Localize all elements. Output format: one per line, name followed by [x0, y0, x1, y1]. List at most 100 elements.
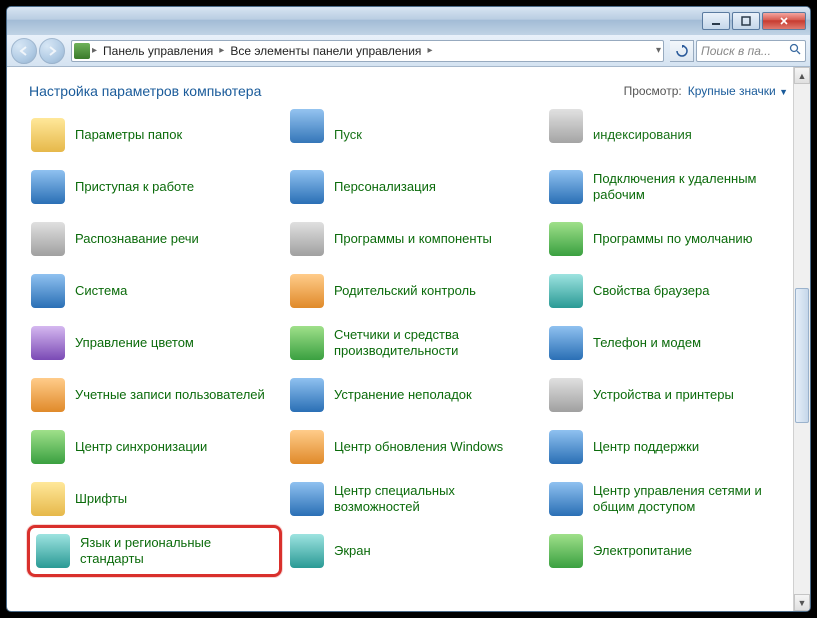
control-panel-item[interactable]: Шрифты: [27, 473, 282, 525]
phone-modem-icon: [549, 326, 583, 360]
indexing-icon: [549, 109, 583, 143]
item-label: Программы по умолчанию: [593, 231, 752, 247]
control-panel-item[interactable]: Параметры папок: [27, 109, 282, 161]
fonts-icon: [31, 482, 65, 516]
search-icon: [789, 43, 801, 58]
item-label: Экран: [334, 543, 371, 559]
scroll-up-button[interactable]: ▲: [794, 67, 810, 84]
control-panel-item[interactable]: индексирования: [545, 109, 800, 161]
item-label: Параметры папок: [75, 127, 182, 143]
item-label: Распознавание речи: [75, 231, 199, 247]
control-panel-item[interactable]: Приступая к работе: [27, 161, 282, 213]
control-panel-item[interactable]: Язык и региональные стандарты: [27, 525, 282, 577]
breadcrumb-sub[interactable]: Все элементы панели управления: [224, 44, 427, 58]
refresh-icon: [676, 45, 688, 57]
close-icon: [779, 16, 789, 26]
control-panel-item[interactable]: Экран: [286, 525, 541, 577]
internet-options-icon: [549, 274, 583, 308]
item-label: Устройства и принтеры: [593, 387, 734, 403]
item-label: Язык и региональные стандарты: [80, 535, 273, 568]
control-panel-item[interactable]: Счетчики и средства производительности: [286, 317, 541, 369]
color-mgmt-icon: [31, 326, 65, 360]
viewby-dropdown[interactable]: Крупные значки ▼: [688, 84, 788, 98]
item-label: Родительский контроль: [334, 283, 476, 299]
control-panel-item[interactable]: Центр специальных возможностей: [286, 473, 541, 525]
control-panel-item[interactable]: Центр поддержки: [545, 421, 800, 473]
control-panel-item[interactable]: Электропитание: [545, 525, 800, 577]
view-by: Просмотр: Крупные значки ▼: [624, 84, 788, 98]
content-header: Настройка параметров компьютера Просмотр…: [7, 67, 810, 105]
back-button[interactable]: [11, 38, 37, 64]
scroll-thumb[interactable]: [795, 288, 809, 423]
nav-bar: ▸ Панель управления ▸ Все элементы панел…: [7, 35, 810, 67]
breadcrumb-root[interactable]: Панель управления: [97, 44, 219, 58]
item-label: Центр синхронизации: [75, 439, 207, 455]
item-label: Персонализация: [334, 179, 436, 195]
speech-icon: [31, 222, 65, 256]
control-panel-item[interactable]: Система: [27, 265, 282, 317]
item-label: Приступая к работе: [75, 179, 194, 195]
item-label: Пуск: [334, 127, 362, 143]
control-panel-item[interactable]: Программы и компоненты: [286, 213, 541, 265]
arrow-right-icon: [46, 45, 58, 57]
power-options-icon: [549, 534, 583, 568]
default-programs-icon: [549, 222, 583, 256]
refresh-button[interactable]: [670, 40, 694, 62]
control-panel-item[interactable]: Родительский контроль: [286, 265, 541, 317]
maximize-icon: [741, 16, 751, 26]
item-label: Свойства браузера: [593, 283, 709, 299]
scrollbar[interactable]: ▲ ▼: [793, 67, 810, 611]
item-label: Центр управления сетями и общим доступом: [593, 483, 796, 516]
chevron-down-icon: ▼: [779, 87, 788, 97]
windows-update-icon: [290, 430, 324, 464]
minimize-button[interactable]: [702, 12, 730, 30]
control-panel-item[interactable]: Управление цветом: [27, 317, 282, 369]
network-sharing-icon: [549, 482, 583, 516]
ease-of-access-icon: [290, 482, 324, 516]
control-panel-window: ▸ Панель управления ▸ Все элементы панел…: [6, 6, 811, 612]
control-panel-item[interactable]: Центр обновления Windows: [286, 421, 541, 473]
address-bar[interactable]: ▸ Панель управления ▸ Все элементы панел…: [71, 40, 664, 62]
control-panel-item[interactable]: Свойства браузера: [545, 265, 800, 317]
search-placeholder: Поиск в па...: [701, 44, 771, 58]
control-panel-item[interactable]: Программы по умолчанию: [545, 213, 800, 265]
item-label: Шрифты: [75, 491, 127, 507]
scroll-track[interactable]: [794, 84, 810, 594]
item-label: Устранение неполадок: [334, 387, 472, 403]
control-panel-item[interactable]: Учетные записи пользователей: [27, 369, 282, 421]
control-panel-item[interactable]: Пуск: [286, 109, 541, 161]
close-button[interactable]: [762, 12, 806, 30]
folder-options-icon: [31, 118, 65, 152]
viewby-label: Просмотр:: [624, 84, 682, 98]
control-panel-item[interactable]: Персонализация: [286, 161, 541, 213]
devices-printers-icon: [549, 378, 583, 412]
control-panel-item[interactable]: Подключения к удаленным рабочим: [545, 161, 800, 213]
item-label: Счетчики и средства производительности: [334, 327, 537, 360]
item-label: Центр специальных возможностей: [334, 483, 537, 516]
search-input[interactable]: Поиск в па...: [696, 40, 806, 62]
control-panel-item[interactable]: Распознавание речи: [27, 213, 282, 265]
start-icon: [290, 109, 324, 143]
item-label: Центр обновления Windows: [334, 439, 503, 455]
item-label: индексирования: [593, 127, 692, 143]
item-label: Подключения к удаленным рабочим: [593, 171, 796, 204]
items-grid: Параметры папок Пуск индексирования Приступ…: [7, 105, 810, 611]
forward-button[interactable]: [39, 38, 65, 64]
scroll-down-button[interactable]: ▼: [794, 594, 810, 611]
action-center-icon: [549, 430, 583, 464]
getting-started-icon: [31, 170, 65, 204]
chevron-down-icon[interactable]: ▾: [656, 45, 661, 56]
control-panel-item[interactable]: Центр синхронизации: [27, 421, 282, 473]
system-icon: [31, 274, 65, 308]
maximize-button[interactable]: [732, 12, 760, 30]
control-panel-item[interactable]: Устранение неполадок: [286, 369, 541, 421]
troubleshoot-icon: [290, 378, 324, 412]
control-panel-item[interactable]: Центр управления сетями и общим доступом: [545, 473, 800, 525]
control-panel-item[interactable]: Телефон и модем: [545, 317, 800, 369]
control-panel-icon: [74, 43, 90, 59]
control-panel-item[interactable]: Устройства и принтеры: [545, 369, 800, 421]
region-language-icon: [36, 534, 70, 568]
sync-center-icon: [31, 430, 65, 464]
page-title: Настройка параметров компьютера: [29, 83, 261, 99]
title-bar: [7, 7, 810, 35]
